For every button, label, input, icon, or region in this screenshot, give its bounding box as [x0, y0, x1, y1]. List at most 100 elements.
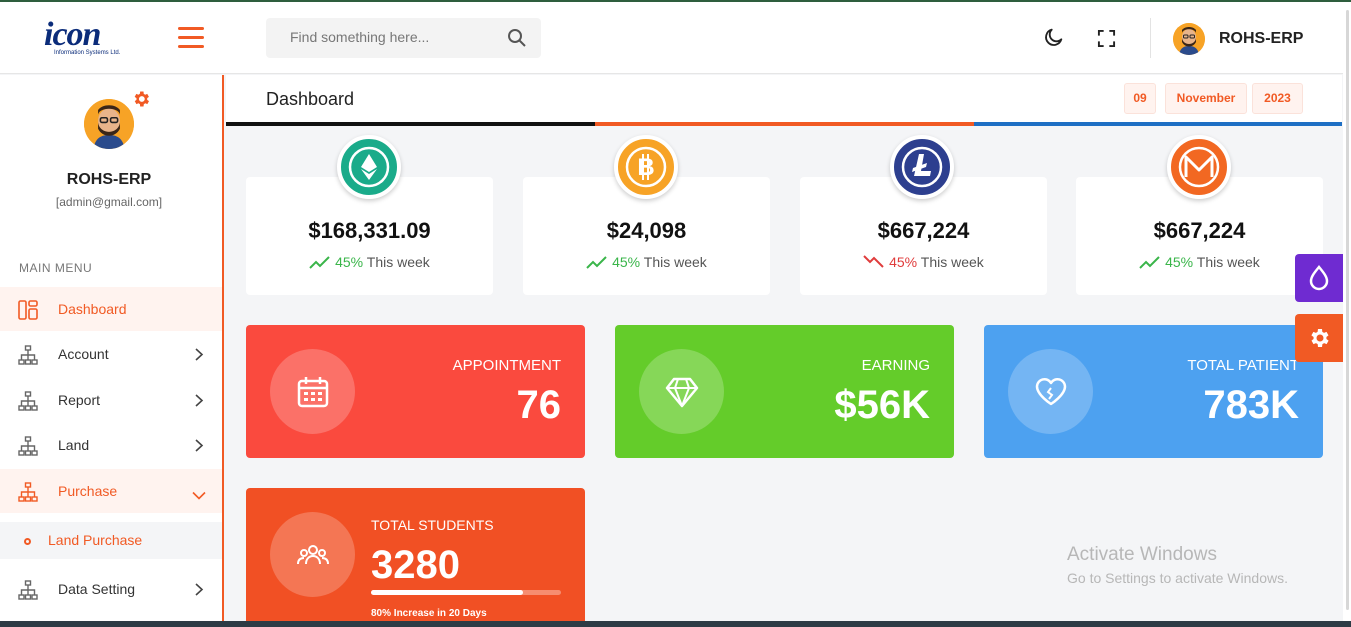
coin-percent: 45% — [1165, 254, 1194, 270]
sidebar-item-land[interactable]: Land — [0, 423, 222, 467]
students-progress-fill — [371, 590, 523, 595]
sidebar-item-report[interactable]: Report — [0, 378, 222, 422]
coin-percent: 45% — [889, 254, 918, 270]
coin-value: $168,331.09 — [308, 218, 431, 243]
coin-percent: 45% — [335, 254, 364, 270]
header-bar-black — [226, 122, 595, 126]
watermark-subtitle: Go to Settings to activate Windows. — [1067, 570, 1288, 586]
header-bar-blue — [974, 122, 1342, 126]
sitemap-icon — [18, 345, 38, 370]
trend-up-icon — [1139, 256, 1160, 269]
sidebar-item-label: Dashboard — [58, 301, 127, 317]
sidebar-item-label: Report — [58, 392, 101, 408]
coin-period: This week — [366, 254, 430, 270]
trend-down-icon — [863, 255, 884, 268]
bitcoin-icon: B — [614, 135, 678, 199]
coin-period: This week — [920, 254, 984, 270]
coin-change: 45% This week — [800, 254, 1047, 270]
brand-logo[interactable]: icon Information Systems Ltd. — [44, 18, 148, 62]
calendar-icon — [270, 349, 355, 434]
litecoin-icon — [890, 135, 954, 199]
sidebar-item-purchase[interactable]: Purchase — [0, 469, 222, 513]
moon-icon[interactable] — [1043, 26, 1065, 53]
stat-card-total-patient: TOTAL PATIENT 783K — [984, 325, 1323, 458]
sidebar-item-label: Account — [58, 346, 109, 362]
navbar-username[interactable]: ROHS-ERP — [1219, 30, 1303, 48]
heart-icon — [1008, 349, 1093, 434]
coin-change: 45% This week — [523, 254, 770, 270]
navbar-divider — [1150, 18, 1151, 58]
taskbar-strip — [0, 621, 1351, 627]
scrollbar-thumb[interactable] — [1346, 10, 1349, 610]
coin-change: 45% This week — [1076, 254, 1323, 270]
search-icon[interactable] — [507, 28, 527, 53]
settings-button[interactable] — [1295, 314, 1343, 362]
svg-text:B: B — [637, 154, 654, 181]
monero-icon — [1167, 135, 1231, 199]
students-note: 80% Increase in 20 Days — [371, 608, 487, 619]
ethereum-icon — [337, 135, 401, 199]
coin-period: This week — [1196, 254, 1260, 270]
search-box — [266, 18, 541, 58]
coin-value: $667,224 — [1153, 218, 1246, 243]
sitemap-icon — [18, 580, 38, 605]
profile-settings-gear-icon[interactable] — [131, 89, 151, 114]
page-header: Dashboard 09 November 2023 — [226, 75, 1342, 126]
sitemap-icon — [18, 482, 38, 507]
sidebar-item-label: Land — [58, 437, 90, 453]
students-value: 3280 — [371, 543, 460, 587]
stat-card-earning: EARNING $56K — [615, 325, 954, 458]
profile-avatar[interactable] — [84, 99, 134, 149]
stat-label: APPOINTMENT — [452, 357, 561, 374]
chevron-right-icon — [194, 439, 204, 457]
sitemap-icon — [18, 436, 38, 461]
sidebar-item-account[interactable]: Account — [0, 332, 222, 376]
windows-activation-watermark: Activate Windows Go to Settings to activ… — [1067, 544, 1288, 586]
stat-value: $56K — [834, 383, 930, 427]
header-bar-orange — [595, 122, 974, 126]
gear-icon — [1311, 329, 1329, 347]
sidebar-item-label: Data Setting — [58, 581, 136, 597]
students-label: TOTAL STUDENTS — [371, 517, 494, 533]
logo-text: icon — [44, 16, 101, 53]
sitemap-icon — [18, 391, 38, 416]
profile-name: ROHS-ERP — [66, 171, 152, 188]
fullscreen-icon[interactable] — [1097, 29, 1116, 53]
sidebar-item-data-setting[interactable]: Data Setting — [0, 567, 222, 611]
search-input[interactable] — [290, 29, 490, 45]
stat-value: 783K — [1203, 383, 1299, 427]
date-month: November — [1165, 83, 1247, 114]
coin-value: $667,224 — [877, 218, 970, 243]
users-group-icon — [270, 512, 355, 597]
coin-value: $24,098 — [606, 218, 687, 243]
chevron-right-icon — [194, 394, 204, 412]
theme-color-button[interactable] — [1295, 254, 1343, 302]
profile-email: [admin@gmail.com] — [55, 195, 163, 209]
coin-change: 45% This week — [246, 254, 493, 270]
chevron-right-icon — [194, 583, 204, 601]
date-day: 09 — [1124, 83, 1156, 114]
menu-toggle-icon[interactable] — [178, 27, 204, 49]
chevron-down-icon — [192, 487, 206, 505]
diamond-icon — [639, 349, 724, 434]
submenu-item-land-purchase[interactable]: Land Purchase — [0, 522, 222, 559]
droplet-icon — [1309, 265, 1329, 291]
dashboard-icon — [18, 300, 38, 325]
trend-up-icon — [586, 256, 607, 269]
date-year: 2023 — [1252, 83, 1303, 114]
user-avatar[interactable] — [1173, 23, 1205, 55]
logo-subtitle: Information Systems Ltd. — [54, 50, 121, 56]
sidebar-item-dashboard[interactable]: Dashboard — [0, 287, 222, 331]
stat-value: 76 — [516, 383, 562, 427]
sidebar: ROHS-ERP [admin@gmail.com] MAIN MENU Das… — [0, 75, 224, 627]
stat-card-total-students: TOTAL STUDENTS 3280 80% Increase in 20 D… — [246, 488, 585, 627]
submenu-item-label: Land Purchase — [48, 532, 143, 548]
bullet-icon — [24, 538, 31, 545]
stat-label: TOTAL PATIENT — [1187, 357, 1299, 374]
coin-period: This week — [643, 254, 707, 270]
stat-card-appointment: APPOINTMENT 76 — [246, 325, 585, 458]
students-progress-bar — [371, 590, 561, 595]
sidebar-item-label: Purchase — [58, 483, 118, 499]
top-navbar: icon Information Systems Ltd. ROHS-ERP — [0, 2, 1351, 74]
menu-heading: MAIN MENU — [19, 261, 93, 275]
